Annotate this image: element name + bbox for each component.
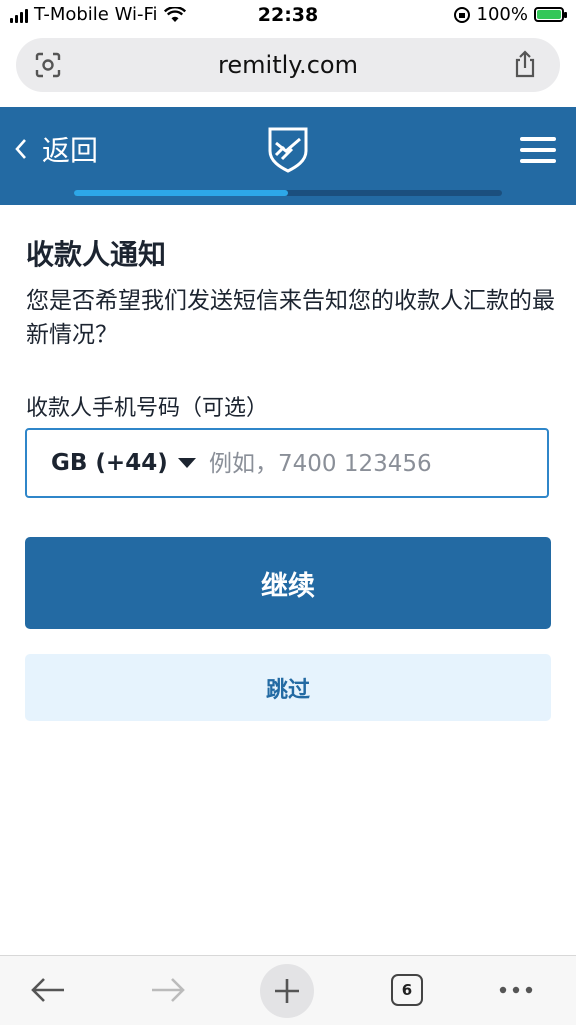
more-dots-icon bbox=[499, 986, 533, 994]
phone-number-field: GB (+44) bbox=[25, 428, 549, 498]
status-bar: T-Mobile Wi-Fi 22:38 100% bbox=[0, 0, 576, 32]
new-tab-button[interactable] bbox=[260, 964, 314, 1018]
country-code-select[interactable]: GB (+44) bbox=[51, 450, 196, 476]
share-icon[interactable] bbox=[510, 49, 540, 79]
back-button[interactable]: 返回 bbox=[14, 129, 98, 169]
progress-bar bbox=[74, 190, 502, 196]
remitly-logo[interactable] bbox=[266, 125, 310, 173]
continue-button[interactable]: 继续 bbox=[25, 537, 551, 629]
chevron-left-icon bbox=[15, 139, 26, 159]
battery-percent: 100% bbox=[476, 4, 528, 25]
tab-count: 6 bbox=[391, 974, 423, 1006]
address-bar[interactable]: remitly.com bbox=[16, 38, 560, 92]
caret-down-icon bbox=[177, 458, 196, 468]
back-nav-button[interactable] bbox=[26, 968, 70, 1012]
arrow-right-icon bbox=[152, 978, 185, 1002]
orientation-lock-icon bbox=[453, 6, 470, 23]
more-button[interactable] bbox=[494, 968, 538, 1012]
status-right: 100% bbox=[453, 4, 567, 25]
battery-icon bbox=[534, 7, 567, 22]
progress-fill bbox=[74, 190, 288, 196]
country-code-value: GB (+44) bbox=[51, 450, 168, 476]
app-header: 返回 bbox=[0, 107, 576, 205]
phone-field-label: 收款人手机号码（可选） bbox=[26, 396, 269, 421]
description-text: 您是否希望我们发送短信来告知您的收款人汇款的最新情况？ bbox=[26, 288, 555, 348]
phone-input[interactable] bbox=[207, 442, 531, 486]
hamburger-icon[interactable] bbox=[520, 137, 556, 165]
arrow-left-icon bbox=[31, 978, 64, 1002]
page-title: 收款人通知 bbox=[26, 238, 167, 271]
forward-nav-button[interactable] bbox=[146, 968, 190, 1012]
plus-icon bbox=[275, 979, 299, 1003]
tabs-button[interactable]: 6 bbox=[385, 968, 429, 1012]
skip-button[interactable]: 跳过 bbox=[25, 654, 551, 721]
url-text[interactable]: remitly.com bbox=[16, 51, 560, 79]
browser-toolbar: 6 bbox=[0, 955, 576, 1025]
back-label: 返回 bbox=[42, 134, 99, 167]
